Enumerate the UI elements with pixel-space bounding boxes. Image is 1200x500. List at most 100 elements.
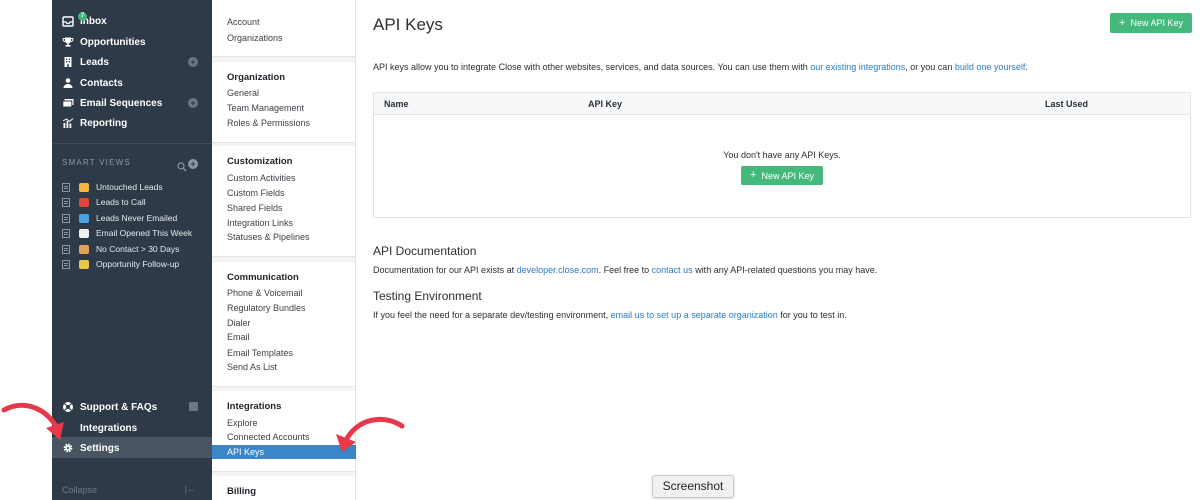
settings-section-organization: Organization General Team Management Rol… (212, 62, 355, 143)
money-emoji-icon (79, 259, 89, 269)
sidebar-item-contacts[interactable]: Contacts (52, 73, 212, 93)
sidebar-item-reporting[interactable]: Reporting (52, 113, 212, 133)
heart-emoji-icon (79, 213, 89, 223)
api-documentation-text: Documentation for our API exists at deve… (373, 265, 877, 275)
settings-link-shared-fields[interactable]: Shared Fields (227, 203, 283, 213)
main-content: API Keys + New API Key API keys allow yo… (357, 0, 1200, 500)
contact-us-link[interactable]: contact us (652, 265, 693, 275)
testing-environment-heading: Testing Environment (373, 289, 482, 303)
sidebar-item-inbox[interactable]: 7 Inbox (52, 11, 212, 31)
settings-link-custom-fields[interactable]: Custom Fields (227, 188, 285, 198)
sidebar-item-label: Opportunities (80, 36, 146, 48)
document-icon (62, 213, 70, 223)
red-arrow-settings-icon (1, 402, 64, 440)
sidebar-item-label: Integrations (80, 422, 138, 434)
person-icon (62, 77, 74, 89)
intro-text-mid: , or you can (905, 62, 955, 72)
intro-paragraph: API keys allow you to integrate Close wi… (373, 62, 1028, 72)
testing-environment-text: If you feel the need for a separate dev/… (373, 310, 847, 320)
section-title-customization: Customization (227, 156, 293, 167)
build-one-yourself-link[interactable]: build one yourself (955, 62, 1026, 72)
settings-link-general[interactable]: General (227, 88, 259, 98)
button-label: New API Key (1130, 18, 1183, 28)
settings-link-phone-voicemail[interactable]: Phone & Voicemail (227, 288, 303, 298)
app-window: 7 Inbox Opportunities Leads + Contacts E… (0, 0, 1200, 500)
hourglass-emoji-icon (79, 244, 89, 254)
settings-link-send-as-list[interactable]: Send As List (227, 362, 277, 372)
empty-state-new-api-key-button[interactable]: + New API Key (741, 166, 823, 185)
inbox-icon: 7 (62, 12, 87, 27)
add-smart-view-icon[interactable]: + (188, 159, 198, 169)
settings-link-regulatory-bundles[interactable]: Regulatory Bundles (227, 303, 306, 313)
section-title-organization: Organization (227, 72, 286, 83)
sidebar-item-label: Contacts (80, 77, 123, 89)
settings-link-account[interactable]: Account (227, 17, 260, 27)
document-icon (62, 228, 70, 238)
red-arrow-api-keys-icon (336, 416, 405, 452)
existing-integrations-link[interactable]: our existing integrations (810, 62, 905, 72)
settings-link-integration-links[interactable]: Integration Links (227, 218, 293, 228)
smart-view-leads-to-call[interactable]: Leads to Call (62, 195, 212, 209)
settings-section-billing: Billing (212, 476, 355, 500)
developer-docs-link[interactable]: developer.close.com (517, 265, 599, 275)
table-header-row: Name API Key Last Used (374, 93, 1190, 115)
intro-text: API keys allow you to integrate Close wi… (373, 62, 811, 72)
column-header-name[interactable]: Name (384, 99, 409, 109)
email-us-link[interactable]: email us to set up a separate organizati… (611, 310, 778, 320)
settings-link-organizations[interactable]: Organizations (227, 33, 283, 43)
settings-link-dialer[interactable]: Dialer (227, 318, 251, 328)
doc-text: Documentation for our API exists at (373, 265, 517, 275)
smart-view-leads-never-emailed[interactable]: Leads Never Emailed (62, 211, 212, 225)
section-title-communication: Communication (227, 272, 299, 283)
sidebar-item-label: Settings (80, 442, 120, 454)
flag-emoji-icon (79, 182, 89, 192)
doc-text: with any API-related questions you may h… (692, 265, 878, 275)
sidebar-item-leads[interactable]: Leads + (52, 52, 212, 72)
settings-link-statuses-pipelines[interactable]: Statuses & Pipelines (227, 232, 310, 242)
screenshot-tooltip: Screenshot (652, 475, 734, 498)
chart-icon (62, 117, 74, 129)
sidebar-item-email-sequences[interactable]: Email Sequences + (52, 93, 212, 113)
trophy-icon (62, 36, 74, 48)
smart-view-label: Leads Never Emailed (96, 213, 178, 223)
smart-view-label: Email Opened This Week (96, 228, 193, 238)
inbox-count-badge: 7 (78, 12, 87, 21)
section-title-integrations: Integrations (227, 401, 282, 412)
column-header-last-used[interactable]: Last Used (1045, 99, 1088, 109)
api-documentation-heading: API Documentation (373, 244, 477, 258)
eyes-emoji-icon (79, 228, 89, 238)
settings-link-email-templates[interactable]: Email Templates (227, 348, 293, 358)
sidebar-item-opportunities[interactable]: Opportunities (52, 32, 212, 52)
smart-view-no-contact-30-days[interactable]: No Contact > 30 Days (62, 242, 212, 256)
sidebar-item-label: Email Sequences (80, 97, 163, 109)
settings-link-roles-permissions[interactable]: Roles & Permissions (227, 118, 310, 128)
plus-icon: + (1119, 16, 1126, 29)
collapse-sidebar-button[interactable]: Collapse (62, 485, 97, 495)
sidebar-divider (52, 143, 212, 144)
smart-view-email-opened-this-week[interactable]: Email Opened This Week (62, 226, 212, 240)
section-title-billing: Billing (227, 486, 257, 497)
smart-view-label: No Contact > 30 Days (96, 244, 180, 254)
settings-link-email[interactable]: Email (227, 332, 250, 342)
search-icon[interactable] (177, 159, 187, 177)
plus-icon: + (750, 169, 757, 181)
collapse-icon[interactable]: |← (185, 484, 196, 494)
settings-section-communication: Communication Phone & Voicemail Regulato… (212, 262, 355, 387)
settings-link-custom-activities[interactable]: Custom Activities (227, 173, 296, 183)
smart-view-opportunity-follow-up[interactable]: Opportunity Follow-up (62, 257, 212, 271)
document-icon (62, 197, 70, 207)
smart-view-label: Leads to Call (96, 197, 146, 207)
settings-link-explore[interactable]: Explore (227, 418, 258, 428)
document-icon (62, 259, 70, 269)
smart-view-label: Opportunity Follow-up (96, 259, 180, 269)
smart-view-untouched-leads[interactable]: Untouched Leads (62, 180, 212, 194)
new-api-key-button[interactable]: + New API Key (1110, 13, 1192, 33)
sidebar-item-label: Reporting (80, 117, 128, 129)
add-sequence-icon[interactable]: + (188, 98, 198, 108)
smart-views-actions: + (177, 159, 198, 177)
column-header-api-key[interactable]: API Key (588, 99, 622, 109)
add-lead-icon[interactable]: + (188, 57, 198, 67)
page-title: API Keys (373, 15, 443, 34)
settings-link-connected-accounts[interactable]: Connected Accounts (227, 432, 310, 442)
settings-link-team-management[interactable]: Team Management (227, 103, 304, 113)
